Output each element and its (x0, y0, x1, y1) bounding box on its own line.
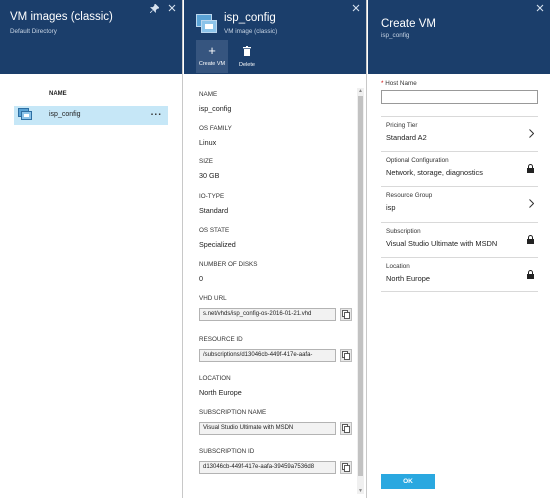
blade-title: Create VM (381, 18, 436, 30)
resource-id-field[interactable]: /subscriptions/d13046cb-449f-417e-aafa- (199, 349, 336, 362)
prop-label: SIZE (199, 158, 213, 165)
prop-label: OS STATE (199, 227, 230, 234)
plus-icon: + (208, 43, 216, 58)
copy-icon[interactable] (340, 422, 352, 435)
prop-label: IO-TYPE (199, 193, 225, 200)
prop-value: North Europe (199, 388, 242, 397)
prop-os-state: OS STATE Specialized (199, 227, 236, 249)
create-vm-blade: Create VM isp_config * Host Name Pricing… (368, 0, 550, 498)
create-vm-header: Create VM isp_config (368, 0, 550, 74)
prop-value: Specialized (199, 240, 236, 249)
vhd-url-field[interactable]: s.net/vhds/isp_config-os-2016-01-21.vhd (199, 308, 336, 321)
prop-name: NAME isp_config (199, 91, 231, 113)
prop-number-of-disks: NUMBER OF DISKS 0 (199, 261, 257, 283)
blade-subtitle: VM image (classic) (224, 28, 278, 35)
list-item-label: isp_config (49, 111, 81, 118)
vm-image-details-blade: isp_config VM image (classic) + Create V… (184, 0, 367, 498)
prop-label: SUBSCRIPTION ID (199, 448, 255, 455)
scroll-up-icon[interactable]: ▲ (358, 88, 363, 94)
prop-location: LOCATION North Europe (199, 375, 242, 397)
prop-value: Standard (199, 206, 229, 215)
option-value: Visual Studio Ultimate with MSDN (386, 239, 498, 248)
required-marker: * (381, 80, 384, 87)
ok-button[interactable]: OK (381, 474, 435, 489)
prop-label: OS FAMILY (199, 125, 232, 132)
blade-subtitle: Default Directory (10, 28, 57, 35)
name-column-header[interactable]: NAME (49, 91, 67, 97)
blade-subtitle: isp_config (381, 32, 410, 39)
prop-label: NAME (199, 91, 218, 98)
location-option[interactable]: Location North Europe (381, 257, 538, 292)
subscription-name-field[interactable]: Visual Studio Ultimate with MSDN (199, 422, 336, 435)
scroll-down-icon[interactable]: ▼ (358, 488, 363, 494)
more-options-button[interactable]: ... (151, 107, 162, 118)
create-vm-label: Create VM (198, 61, 226, 67)
prop-size: SIZE 30 GB (199, 158, 219, 180)
option-value: North Europe (386, 274, 430, 283)
option-label: Optional Configuration (386, 157, 449, 164)
scrollbar[interactable]: ▲ ▼ (357, 88, 364, 494)
prop-io-type: IO-TYPE Standard (199, 193, 228, 215)
copy-icon[interactable] (340, 461, 352, 474)
trash-icon (243, 43, 251, 60)
copy-icon[interactable] (340, 308, 352, 321)
vm-image-icon (18, 108, 32, 123)
close-icon[interactable] (352, 4, 360, 14)
pricing-tier-option[interactable]: Pricing Tier Standard A2 (381, 116, 538, 151)
prop-label: SUBSCRIPTION NAME (199, 409, 267, 416)
vm-images-header: VM images (classic) Default Directory (0, 0, 182, 74)
option-label: Resource Group (386, 192, 433, 199)
option-value: Network, storage, diagnostics (386, 168, 483, 177)
subscription-id-field[interactable]: d13046cb-449f-417e-aafa-39459a7536d8 (199, 461, 336, 474)
lock-icon (527, 164, 534, 175)
prop-resource-id: RESOURCE ID /subscriptions/d13046cb-449f… (199, 336, 352, 362)
create-vm-button[interactable]: + Create VM (196, 40, 228, 73)
list-item[interactable]: isp_config ... (14, 106, 168, 125)
lock-icon (527, 235, 534, 246)
vm-images-blade: VM images (classic) Default Directory NA… (0, 0, 183, 498)
subscription-option[interactable]: Subscription Visual Studio Ultimate with… (381, 222, 538, 257)
prop-os-family: OS FAMILY Linux (199, 125, 232, 147)
lock-icon (527, 270, 534, 281)
blade-title: isp_config (224, 12, 276, 24)
prop-subscription-id: SUBSCRIPTION ID d13046cb-449f-417e-aafa-… (199, 448, 352, 474)
prop-label: VHD URL (199, 295, 227, 302)
prop-subscription-name: SUBSCRIPTION NAME Visual Studio Ultimate… (199, 409, 352, 435)
chevron-right-icon (529, 129, 535, 140)
vm-image-header: isp_config VM image (classic) + Create V… (184, 0, 366, 74)
prop-value: isp_config (199, 104, 232, 113)
host-name-label-text: Host Name (385, 80, 417, 87)
close-icon[interactable] (536, 4, 544, 14)
blade-title: VM images (classic) (10, 11, 113, 23)
chevron-right-icon (529, 199, 535, 210)
option-value: Standard A2 (386, 133, 427, 142)
host-name-input[interactable] (381, 90, 538, 104)
prop-vhd-url: VHD URL s.net/vhds/isp_config-os-2016-01… (199, 295, 352, 321)
pin-icon[interactable] (149, 3, 160, 15)
scroll-thumb[interactable] (358, 96, 363, 476)
prop-label: NUMBER OF DISKS (199, 261, 258, 268)
prop-value: 30 GB (199, 171, 220, 180)
copy-icon[interactable] (340, 349, 352, 362)
optional-configuration-option[interactable]: Optional Configuration Network, storage,… (381, 151, 538, 186)
option-label: Pricing Tier (386, 122, 418, 129)
prop-value: 0 (199, 274, 203, 283)
prop-label: RESOURCE ID (199, 336, 243, 343)
delete-label: Delete (239, 62, 255, 68)
resource-group-option[interactable]: Resource Group isp (381, 186, 538, 221)
vm-image-icon (196, 14, 218, 36)
option-label: Subscription (386, 228, 421, 235)
option-label: Location (386, 263, 410, 270)
delete-button[interactable]: Delete (232, 40, 262, 73)
option-value: isp (386, 203, 396, 212)
prop-value: Linux (199, 138, 217, 147)
close-icon[interactable] (168, 4, 176, 15)
prop-label: LOCATION (199, 375, 231, 382)
host-name-label: * Host Name (381, 80, 417, 87)
